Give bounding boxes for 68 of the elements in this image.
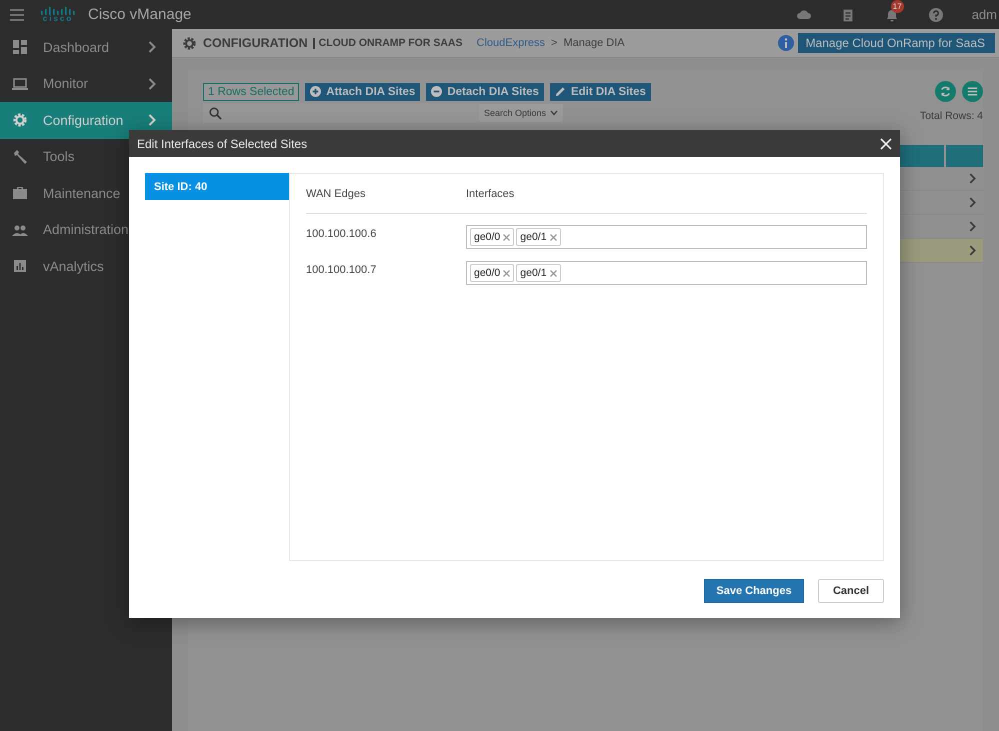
close-button[interactable] <box>880 138 892 150</box>
breadcrumb-current: Manage DIA <box>563 37 625 49</box>
wan-edge-address: 100.100.100.7 <box>306 263 378 276</box>
info-icon[interactable] <box>778 35 794 51</box>
help-icon[interactable] <box>928 6 944 22</box>
sidebar-item[interactable]: Configuration <box>0 102 172 138</box>
menu-button[interactable] <box>962 81 983 102</box>
interfaces-field[interactable]: ge0/0 ge0/1 <box>466 261 867 285</box>
dialog-title: Edit Interfaces of Selected Sites <box>137 136 308 150</box>
pencil-icon <box>554 86 566 97</box>
interface-tag[interactable]: ge0/0 <box>470 228 514 246</box>
cisco-logo: cisco <box>40 6 76 22</box>
briefcase-icon <box>12 185 28 202</box>
sidebar-item[interactable]: Administration <box>0 212 172 248</box>
interface-tag[interactable]: ge0/1 <box>516 264 561 282</box>
app-title: Cisco vManage <box>88 6 192 23</box>
toolbar-button[interactable]: Edit DIA Sites <box>550 82 651 100</box>
page-subtitle: CLOUD ONRAMP FOR SAAS <box>312 38 463 48</box>
chevron-icon <box>148 78 156 90</box>
chevron-icon <box>148 114 156 126</box>
notification-badge: 17 <box>890 0 904 12</box>
selection-count: 1 Rows Selected <box>203 82 300 100</box>
sidebar-item[interactable]: Monitor <box>0 66 172 102</box>
manage-dropdown[interactable]: Manage Cloud OnRamp for SaaS <box>798 33 995 53</box>
dashboard-icon <box>12 39 28 56</box>
column-header: Interfaces <box>466 188 514 200</box>
site-tab[interactable]: Site ID: 40 <box>145 173 289 200</box>
menu-icon[interactable] <box>10 8 24 20</box>
plus-icon <box>310 86 322 97</box>
column-header: WAN Edges <box>306 188 367 200</box>
breadcrumb-link[interactable]: CloudExpress <box>476 37 546 49</box>
user-name[interactable]: adm <box>972 7 997 22</box>
table-header <box>946 145 983 167</box>
laptop-icon <box>12 76 28 92</box>
toolbar-button[interactable]: Attach DIA Sites <box>305 82 420 100</box>
save-button[interactable]: Save Changes <box>704 579 804 603</box>
gear-icon <box>182 36 197 50</box>
remove-icon[interactable] <box>503 234 510 240</box>
sidebar-item[interactable]: vAnalytics <box>0 248 172 284</box>
remove-icon[interactable] <box>550 234 557 240</box>
toolbar-button[interactable]: Detach DIA Sites <box>426 82 544 100</box>
interface-tag[interactable]: ge0/0 <box>470 264 514 282</box>
chevron-icon <box>969 221 976 232</box>
total-rows: Total Rows: 4 <box>920 110 983 122</box>
sidebar-item[interactable]: Dashboard <box>0 29 172 66</box>
page-title: CONFIGURATION <box>203 36 308 50</box>
search-icon <box>209 106 222 120</box>
gear-icon <box>12 112 28 128</box>
caret-icon <box>550 110 558 116</box>
chart-icon <box>12 258 28 274</box>
menu-icon <box>966 85 979 98</box>
minus-icon <box>431 86 442 97</box>
remove-icon[interactable] <box>503 270 510 276</box>
wan-edge-address: 100.100.100.6 <box>306 227 378 240</box>
refresh-icon <box>939 85 952 98</box>
chevron-icon <box>969 245 976 256</box>
cancel-button[interactable]: Cancel <box>818 579 884 603</box>
breadcrumb-separator: > <box>551 37 558 49</box>
wrench-icon <box>12 148 28 165</box>
search-options-button[interactable]: Search Options <box>479 104 564 122</box>
remove-icon[interactable] <box>550 270 557 276</box>
chevron-icon <box>969 173 976 184</box>
chevron-icon <box>969 197 976 208</box>
refresh-button[interactable] <box>935 81 956 102</box>
search-field[interactable] <box>203 103 479 123</box>
interface-tag[interactable]: ge0/1 <box>516 228 561 246</box>
chevron-icon <box>148 41 156 54</box>
interfaces-field[interactable]: ge0/0 ge0/1 <box>466 225 867 249</box>
